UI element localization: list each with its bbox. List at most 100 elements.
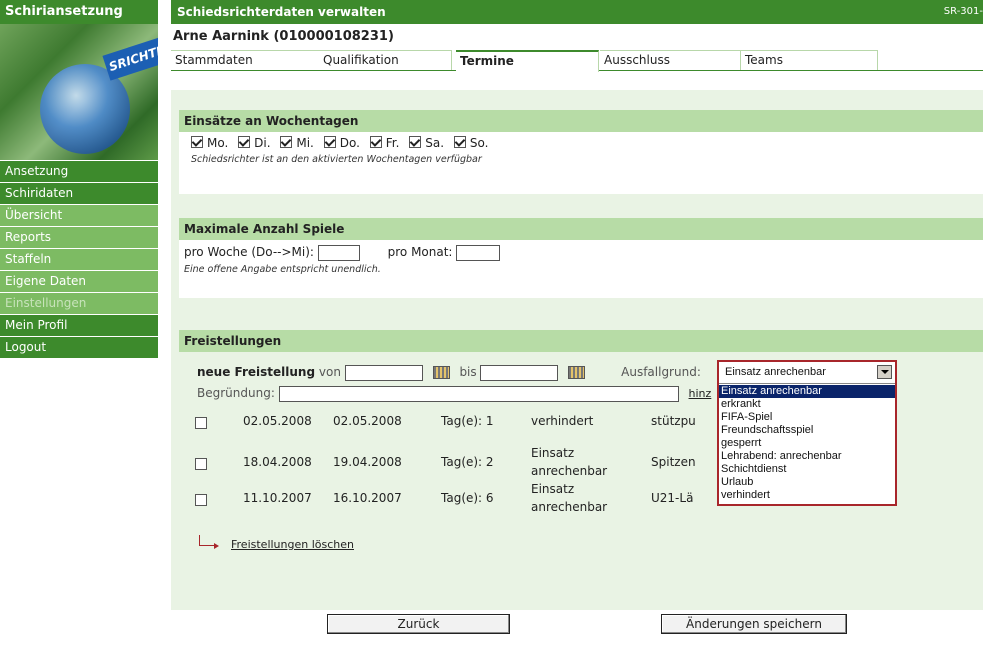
ausfallgrund-select[interactable]: Einsatz anrechenbar (719, 362, 895, 384)
row-reason-line2: anrechenbar (531, 464, 608, 478)
arrow-icon (199, 535, 219, 549)
freistellungen-panel: Freistellungen neue Freistellung von bis… (179, 330, 983, 598)
max-games-note: Eine offene Angabe entspricht unendlich. (184, 264, 381, 275)
sidebar-item-staffeln[interactable]: Staffeln (0, 249, 158, 271)
max-games-title: Maximale Anzahl Spiele (179, 218, 983, 240)
row-reason: Einsatz (531, 446, 575, 460)
dropdown-list: Einsatz anrechenbar erkrankt FIFA-Spiel … (719, 384, 895, 502)
row-comment: U21-Lä (651, 491, 694, 505)
dropdown-option[interactable]: Urlaub (719, 476, 895, 489)
calendar-icon[interactable] (568, 366, 586, 379)
table-row: 18.04.2008 19.04.2008 Tag(e): 2 Einsatz … (191, 446, 751, 482)
chevron-down-icon[interactable] (877, 365, 892, 379)
new-freistellung-label: neue Freistellung (197, 365, 316, 379)
row-to-date: 02.05.2008 (333, 414, 402, 428)
freistellungen-table: 02.05.2008 02.05.2008 Tag(e): 1 verhinde… (191, 412, 751, 518)
checkbox-icon[interactable] (409, 136, 422, 148)
per-month-label: pro Monat: (387, 245, 453, 259)
add-link[interactable]: hinz (689, 387, 712, 400)
new-freistellung-row: neue Freistellung von bis Ausfallgrund: (197, 362, 701, 382)
delete-freistellungen-link[interactable]: Freistellungen löschen (231, 538, 354, 551)
tab-qualifikation[interactable]: Qualifikation (319, 50, 452, 70)
content-area: Einsätze an Wochentagen Mo. Di. Mi. Do. … (171, 90, 983, 610)
dropdown-option[interactable]: erkrankt (719, 398, 895, 411)
calendar-icon[interactable] (432, 366, 450, 379)
per-week-input[interactable] (317, 244, 360, 261)
weekday-fr[interactable]: Fr. (369, 136, 399, 150)
row-checkbox[interactable] (195, 458, 207, 470)
sidebar: Schiriansetzung SRICHTI Ansetzung Schiri… (0, 0, 158, 646)
row-checkbox[interactable] (195, 417, 207, 429)
checkbox-icon[interactable] (453, 136, 466, 148)
sidebar-item-reports[interactable]: Reports (0, 227, 158, 249)
select-value: Einsatz anrechenbar (725, 366, 826, 378)
row-checkbox[interactable] (195, 494, 207, 506)
weekdays-title: Einsätze an Wochentagen (179, 110, 983, 132)
row-from-date: 18.04.2008 (243, 455, 312, 469)
save-button[interactable]: Änderungen speichern (661, 614, 847, 634)
dropdown-option[interactable]: Schichtdienst (719, 463, 895, 476)
bis-date-input[interactable] (480, 364, 559, 381)
back-button[interactable]: Zurück (327, 614, 510, 634)
row-from-date: 11.10.2007 (243, 491, 312, 505)
begruendung-row: Begründung: hinz (197, 383, 711, 403)
referee-name: Arne Aarnink (010000108231) (173, 29, 394, 44)
row-days: Tag(e): 2 (441, 455, 494, 469)
tab-termine[interactable]: Termine (456, 50, 599, 72)
dropdown-option[interactable]: FIFA-Spiel (719, 411, 895, 424)
table-row: 11.10.2007 16.10.2007 Tag(e): 6 Einsatz … (191, 482, 751, 518)
sidebar-item-schiridaten[interactable]: Schiridaten (0, 183, 158, 205)
weekday-do[interactable]: Do. (323, 136, 360, 150)
checkbox-icon[interactable] (191, 136, 203, 148)
sidebar-item-eigene-daten[interactable]: Eigene Daten (0, 271, 158, 293)
checkbox-icon[interactable] (323, 136, 336, 148)
weekday-sa[interactable]: Sa. (409, 136, 444, 150)
table-row: 02.05.2008 02.05.2008 Tag(e): 1 verhinde… (191, 412, 751, 446)
weekdays-panel: Einsätze an Wochentagen Mo. Di. Mi. Do. … (179, 110, 983, 194)
row-comment: stützpu (651, 414, 696, 428)
weekday-mi[interactable]: Mi. (280, 136, 314, 150)
sidebar-title: Schiriansetzung (0, 0, 158, 24)
dropdown-option[interactable]: verhindert (719, 489, 895, 502)
per-week-label: pro Woche (Do-->Mi): (184, 245, 314, 259)
row-to-date: 19.04.2008 (333, 455, 402, 469)
tab-stammdaten[interactable]: Stammdaten (171, 50, 324, 70)
sidebar-item-mein-profil[interactable]: Mein Profil (0, 315, 158, 337)
page-header: Schiedsrichterdaten verwalten SR-301- (171, 0, 983, 24)
row-reason: verhindert (531, 414, 594, 428)
dropdown-option[interactable]: gesperrt (719, 437, 895, 450)
max-games-row: pro Woche (Do-->Mi): pro Monat: (179, 240, 983, 264)
weekday-row: Mo. Di. Mi. Do. Fr. Sa. So. (179, 132, 983, 154)
checkbox-icon[interactable] (369, 136, 382, 148)
row-days: Tag(e): 1 (441, 414, 494, 428)
tab-bar: Stammdaten Qualifikation Termine Ausschl… (171, 50, 983, 72)
sidebar-item-logout[interactable]: Logout (0, 337, 158, 359)
main-content: Schiedsrichterdaten verwalten SR-301- Ar… (171, 0, 983, 634)
dropdown-option[interactable]: Einsatz anrechenbar (719, 385, 895, 398)
referee-logo: SRICHTI (0, 24, 158, 160)
bis-label: bis (459, 365, 477, 379)
begruendung-input[interactable] (278, 385, 679, 402)
row-from-date: 02.05.2008 (243, 414, 312, 428)
page-title: Schiedsrichterdaten verwalten (177, 5, 386, 19)
von-date-input[interactable] (344, 364, 423, 381)
weekday-mo[interactable]: Mo. (191, 136, 228, 150)
row-days: Tag(e): 6 (441, 491, 494, 505)
max-games-panel: Maximale Anzahl Spiele pro Woche (Do-->M… (179, 218, 983, 298)
tab-ausschluss[interactable]: Ausschluss (600, 50, 741, 70)
ausfallgrund-dropdown[interactable]: Einsatz anrechenbar Einsatz anrechenbar … (717, 360, 897, 506)
sidebar-item-uebersicht[interactable]: Übersicht (0, 205, 158, 227)
per-month-input[interactable] (456, 244, 501, 261)
weekday-di[interactable]: Di. (238, 136, 271, 150)
weekday-so[interactable]: So. (453, 136, 488, 150)
begruendung-label: Begründung: (197, 386, 275, 400)
checkbox-icon[interactable] (280, 136, 293, 148)
checkbox-icon[interactable] (238, 136, 251, 148)
dropdown-option[interactable]: Freundschaftsspiel (719, 424, 895, 437)
sidebar-menu: Ansetzung Schiridaten Übersicht Reports … (0, 160, 158, 359)
sidebar-item-ansetzung[interactable]: Ansetzung (0, 161, 158, 183)
page-code: SR-301- (943, 6, 983, 17)
sidebar-item-einstellungen: Einstellungen (0, 293, 158, 315)
dropdown-option[interactable]: Lehrabend: anrechenbar (719, 450, 895, 463)
tab-teams[interactable]: Teams (741, 50, 878, 70)
